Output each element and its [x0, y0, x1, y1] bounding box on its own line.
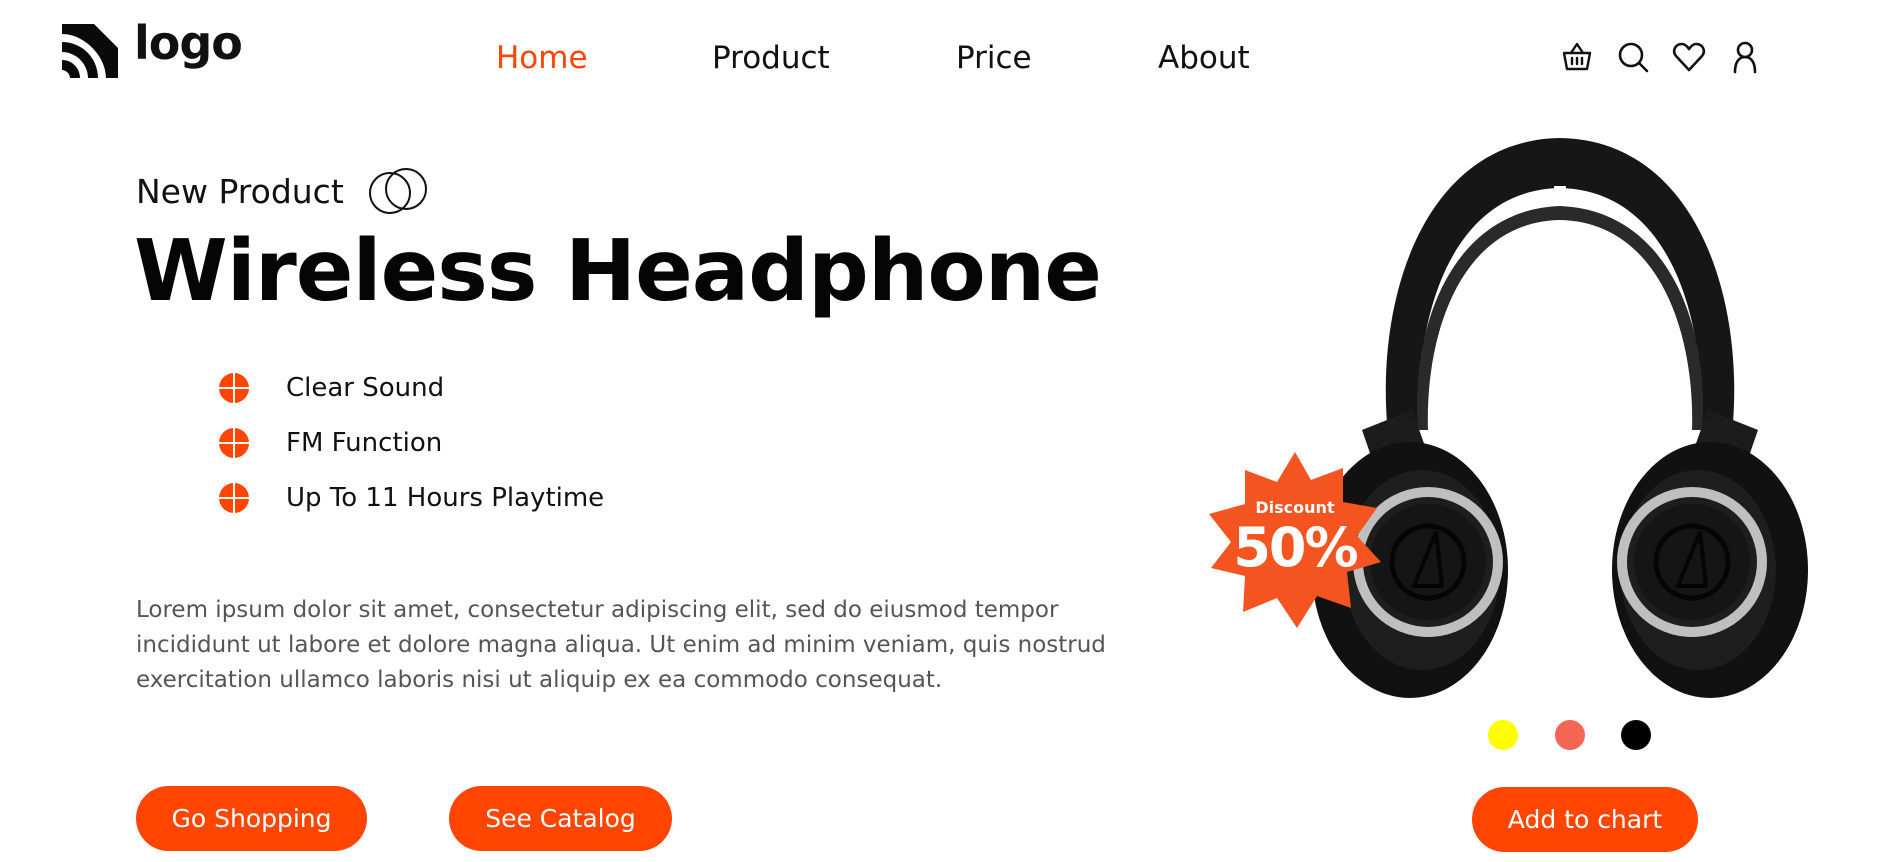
logo-mark-icon	[62, 24, 118, 78]
feature-list: Clear Sound FM Function Up To 11 Hours P…	[218, 360, 604, 525]
search-icon[interactable]	[1616, 40, 1650, 74]
plus-circle-icon	[219, 372, 249, 403]
swatch-yellow[interactable]	[1488, 720, 1518, 750]
feature-item: Clear Sound	[218, 360, 604, 415]
feature-label: Up To 11 Hours Playtime	[286, 482, 605, 513]
user-icon[interactable]	[1728, 40, 1762, 74]
header-actions	[1560, 40, 1784, 74]
eyebrow-label: New Product	[136, 171, 344, 211]
nav-item-about[interactable]: About	[1158, 40, 1250, 76]
plus-circle-icon	[219, 427, 249, 458]
swatch-black[interactable]	[1621, 720, 1651, 750]
badge-value: 50%	[1233, 516, 1358, 579]
badge-label: Discount	[1255, 498, 1335, 517]
eyebrow: New Product	[136, 166, 430, 216]
rings-icon	[368, 168, 427, 214]
page-title: Wireless Headphone	[134, 222, 1102, 321]
go-shopping-button[interactable]: Go Shopping	[136, 786, 367, 851]
nav-item-home[interactable]: Home	[496, 40, 588, 76]
heart-icon[interactable]	[1672, 40, 1706, 74]
nav-item-product[interactable]: Product	[712, 40, 830, 76]
see-catalog-button[interactable]: See Catalog	[449, 786, 672, 851]
description: Lorem ipsum dolor sit amet, consectetur …	[136, 597, 1106, 693]
feature-item: Up To 11 Hours Playtime	[218, 470, 604, 525]
logo[interactable]: logo	[60, 16, 243, 80]
logo-text: logo	[134, 16, 243, 70]
discount-badge: Discount 50%	[1205, 450, 1385, 630]
swatch-coral[interactable]	[1555, 720, 1585, 750]
add-to-cart-button[interactable]: Add to chart	[1472, 787, 1698, 852]
plus-circle-icon	[219, 482, 249, 513]
feature-label: FM Function	[286, 427, 443, 458]
nav-item-price[interactable]: Price	[956, 40, 1032, 76]
feature-label: Clear Sound	[286, 372, 445, 403]
headphone-image	[1312, 138, 1808, 698]
feature-item: FM Function	[218, 415, 604, 470]
basket-icon[interactable]	[1560, 40, 1594, 74]
